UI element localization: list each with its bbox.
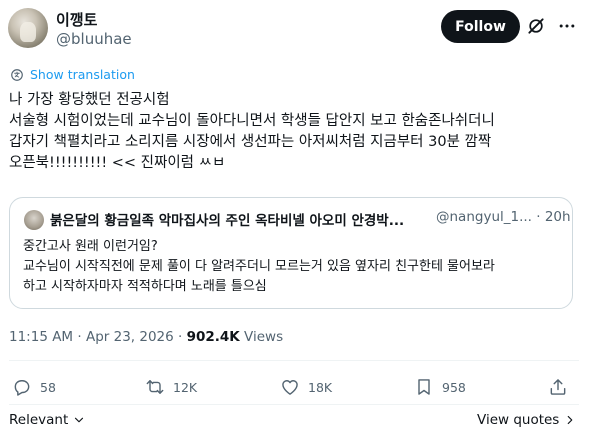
bookmark-count: 958	[442, 379, 466, 395]
divider	[9, 404, 579, 405]
sort-label: Relevant	[9, 412, 69, 428]
chevron-right-icon	[568, 415, 573, 425]
timestamp[interactable]: 11:15 AM · Apr 23, 2026 ·	[9, 329, 187, 345]
quoted-tweet[interactable]: 붉은달의 황금일족 악마집사의 주인 옥타비넬 아오미 안경박... @nang…	[9, 197, 573, 309]
tweet-line: 갑자기 책펼치라고 소리지름 시장에서 생선파는 아저씨처럼 지금부터 30분 …	[9, 134, 492, 150]
translate-icon	[11, 68, 23, 81]
like-icon	[282, 380, 298, 395]
repost-button[interactable]: 12K	[145, 377, 197, 397]
tweet-text: 나 가장 황당했던 전공시험 서술형 시험이었는데 교수님이 돌아다니면서 학생…	[9, 90, 584, 174]
quote-handle-time: @nangyul_1... · 20h	[436, 209, 571, 225]
bookmark-button[interactable]: 958	[414, 377, 466, 397]
quote-line: 교수님이 시작직전에 문제 풀이 다 알려주더니 모르는거 있음 옆자리 친구한…	[23, 259, 495, 274]
chevron-down-icon	[75, 417, 84, 423]
show-translation-link[interactable]: Show translation	[10, 67, 135, 82]
repost-count: 12K	[173, 379, 198, 395]
reply-button[interactable]: 58	[12, 377, 56, 397]
tweet-line: 서술형 시험이었는데 교수님이 돌아다니면서 학생들 답안지 보고 한숨존나쉬더…	[9, 113, 495, 129]
more-icon[interactable]	[557, 16, 577, 36]
repost-icon	[146, 380, 164, 394]
views-label: Views	[239, 329, 284, 345]
sort-dropdown[interactable]: Relevant	[9, 412, 86, 428]
author-handle[interactable]: @bluuhae	[56, 30, 132, 48]
tweet-meta: 11:15 AM · Apr 23, 2026 · 902.4K Views	[9, 329, 283, 345]
share-icon	[550, 379, 566, 395]
grok-icon[interactable]	[526, 16, 546, 36]
reply-icon	[14, 380, 30, 396]
quote-line: 하고 시작하자마자 적적하다며 노래를 틀으심	[23, 279, 267, 294]
bookmark-icon	[418, 379, 430, 395]
avatar[interactable]	[8, 8, 48, 48]
tweet-line: 오픈북!!!!!!!!!! << 진짜이럼 ㅆㅂ	[9, 155, 226, 171]
follow-button[interactable]: Follow	[441, 10, 520, 43]
tweet-line: 나 가장 황당했던 전공시험	[9, 92, 170, 108]
quote-text: 중간고사 원래 이런거임? 교수님이 시작직전에 문제 풀이 다 알려주더니 모…	[23, 237, 563, 297]
author-display-name[interactable]: 이깽토	[56, 9, 97, 30]
views-count: 902.4K	[186, 329, 240, 345]
quote-line: 중간고사 원래 이런거임?	[23, 239, 158, 254]
like-button[interactable]: 18K	[280, 377, 332, 397]
view-quotes-link[interactable]: View quotes	[477, 412, 577, 428]
quote-avatar	[24, 210, 44, 230]
divider	[9, 360, 579, 361]
view-quotes-label: View quotes	[477, 412, 560, 428]
action-bar: 58 12K 18K 958	[0, 377, 589, 401]
show-translation-label: Show translation	[30, 67, 135, 82]
quote-author-name: 붉은달의 황금일족 악마집사의 주인 옥타비넬 아오미 안경박...	[50, 213, 405, 229]
like-count: 18K	[308, 379, 333, 395]
reply-count: 58	[40, 379, 56, 395]
share-button[interactable]	[548, 377, 568, 397]
